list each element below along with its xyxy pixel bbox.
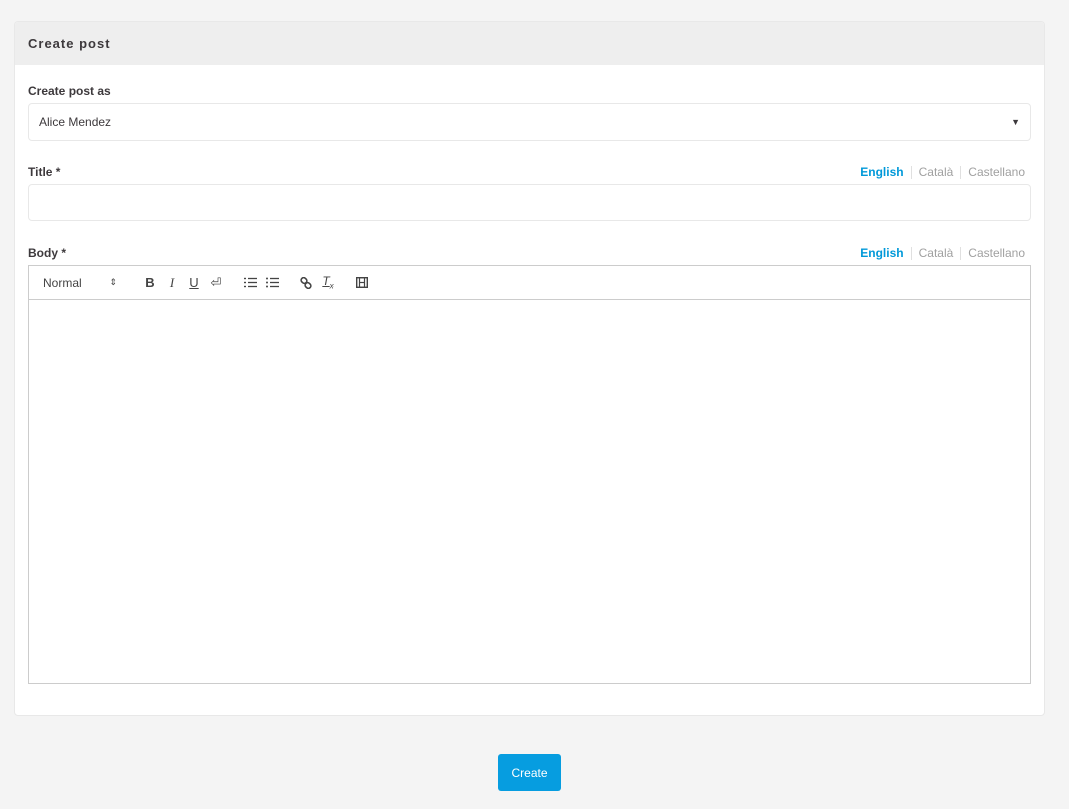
body-lang-english[interactable]: English: [860, 246, 903, 260]
body-lang-catala[interactable]: Català: [919, 246, 954, 260]
bold-icon: B: [145, 275, 155, 290]
italic-icon: I: [169, 274, 175, 290]
editor-content[interactable]: [29, 300, 1030, 683]
ordered-list-button[interactable]: [239, 272, 261, 294]
underline-icon: U: [189, 275, 199, 290]
divider: [910, 246, 912, 260]
author-select[interactable]: Alice Mendez ▼: [28, 103, 1031, 141]
clear-format-icon: Tx: [322, 274, 334, 291]
bullet-list-icon: [265, 277, 279, 288]
divider: [960, 246, 962, 260]
updown-arrows-icon: ⇕: [109, 277, 117, 287]
author-label: Create post as: [28, 84, 111, 98]
bullet-list-button[interactable]: [261, 272, 283, 294]
linebreak-icon: ⏎: [210, 274, 222, 290]
title-lang-catala[interactable]: Català: [919, 165, 954, 179]
link-button[interactable]: [295, 272, 317, 294]
linebreak-button[interactable]: ⏎: [205, 272, 227, 294]
link-icon: [300, 276, 312, 289]
rich-text-editor: Normal ⇕ B I U ⏎ Tx: [28, 265, 1031, 684]
title-lang-english[interactable]: English: [860, 165, 903, 179]
card-title: Create post: [28, 36, 111, 51]
title-label: Title *: [28, 165, 61, 179]
title-input[interactable]: [28, 184, 1031, 221]
create-button[interactable]: Create: [498, 754, 561, 791]
body-label: Body *: [28, 246, 67, 260]
editor-toolbar: Normal ⇕ B I U ⏎ Tx: [29, 266, 1030, 300]
title-field: Title * English Català Castellano: [28, 164, 1031, 221]
clean-format-button[interactable]: Tx: [317, 272, 339, 294]
card-header: Create post: [15, 22, 1044, 65]
caret-down-icon: ▼: [1011, 117, 1020, 127]
author-field: Create post as Alice Mendez ▼: [28, 83, 1031, 141]
bold-button[interactable]: B: [139, 272, 161, 294]
title-lang-castellano[interactable]: Castellano: [968, 165, 1025, 179]
body-lang-castellano[interactable]: Castellano: [968, 246, 1025, 260]
italic-button[interactable]: I: [161, 272, 183, 294]
body-field: Body * English Català Castellano Normal …: [28, 245, 1031, 684]
ordered-list-icon: [243, 277, 257, 288]
format-select-value: Normal: [43, 275, 82, 290]
author-select-value: Alice Mendez: [39, 115, 112, 129]
underline-button[interactable]: U: [183, 272, 205, 294]
create-post-card: Create post Create post as Alice Mendez …: [14, 21, 1045, 716]
divider: [910, 165, 912, 179]
format-select[interactable]: Normal ⇕: [43, 276, 127, 290]
video-button[interactable]: [351, 272, 373, 294]
title-language-tabs: English Català Castellano: [860, 165, 1025, 179]
body-language-tabs: English Català Castellano: [860, 246, 1025, 260]
divider: [960, 165, 962, 179]
video-icon: [356, 277, 368, 288]
